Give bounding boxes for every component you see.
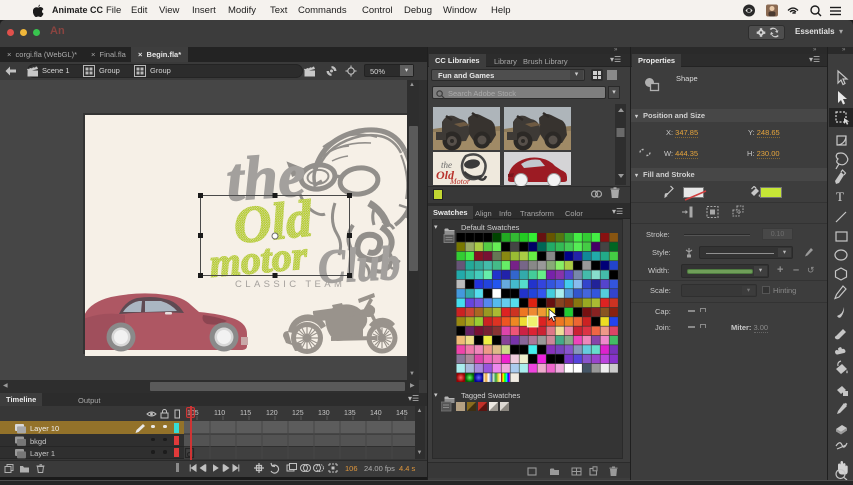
svg-text:motor: motor	[208, 232, 310, 285]
svg-text:T: T	[836, 189, 844, 204]
svg-text:Motor: Motor	[449, 177, 471, 186]
